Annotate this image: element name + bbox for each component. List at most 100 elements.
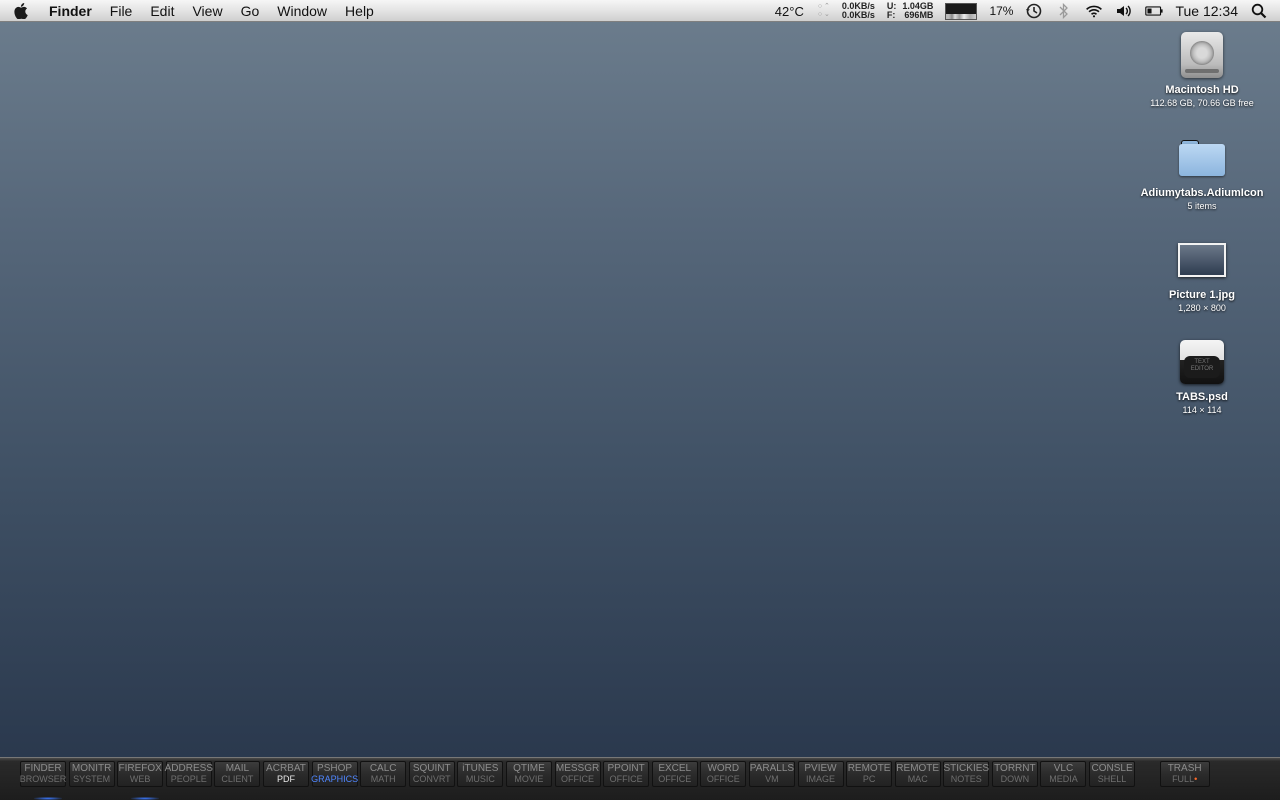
time-machine-icon[interactable] <box>1025 2 1043 20</box>
app-name-menu[interactable]: Finder <box>40 0 101 22</box>
dock-tab-label: MAIL <box>225 763 250 774</box>
dock-tab-sublabel: CONVRT <box>412 774 451 784</box>
dock-tab-remote-pc[interactable]: REMOTE PC <box>846 761 893 787</box>
dock-tab-word[interactable]: WORD OFFICE <box>700 761 747 787</box>
dock-tab-calc[interactable]: CALC MATH <box>360 761 407 787</box>
hard-drive-icon <box>1181 32 1223 78</box>
cpu-percent[interactable]: 17% <box>989 4 1013 18</box>
dock-tab-label: CALC <box>369 763 397 774</box>
dock-tab-label: SQUINT <box>412 763 451 774</box>
folder-icon <box>1179 140 1225 176</box>
dock-tab-label: ADDRESS <box>164 763 213 774</box>
desktop-icon-adiumytabs-folder[interactable]: Adiumytabs.AdiumIcon 5 items <box>1127 133 1277 212</box>
dock-tab-excel[interactable]: EXCEL OFFICE <box>651 761 698 787</box>
dock-tab-messgr[interactable]: MESSGR OFFICE <box>554 761 601 787</box>
desktop-icon-label: Macintosh HD <box>1165 84 1239 96</box>
trash-status: FULL <box>1172 774 1195 784</box>
dock-tab-sublabel: VM <box>765 774 779 784</box>
dock-tab-acrbat[interactable]: ACRBAT PDF <box>262 761 309 787</box>
dock-tab-sublabel: MUSIC <box>465 774 495 784</box>
desktop-icon-macintosh-hd[interactable]: Macintosh HD 112.68 GB, 70.66 GB free <box>1127 30 1277 109</box>
dock-tab-sublabel: PEOPLE <box>170 774 207 784</box>
dock-tab-label: TRASH <box>1167 763 1202 774</box>
dock-tab-qtime[interactable]: QTIME MOVIE <box>505 761 552 787</box>
dock-tab-label: QTIME <box>513 763 545 774</box>
dock-tab-consle[interactable]: CONSLE SHELL <box>1089 761 1136 787</box>
menu-go[interactable]: Go <box>232 0 269 22</box>
bluetooth-icon[interactable] <box>1055 2 1073 20</box>
dock-tab-pshop[interactable]: PSHOP GRAPHICS <box>311 761 359 787</box>
dock-tab-monitr[interactable]: MONITR SYSTEM <box>68 761 115 787</box>
dock: FINDER BROWSER MONITR SYSTEM FIREFOX WEB AD… <box>0 757 1280 800</box>
wifi-icon[interactable] <box>1085 2 1103 20</box>
dock-tab-vlc[interactable]: VLC MEDIA <box>1040 761 1087 787</box>
dock-tab-sublabel: OFFICE <box>658 774 692 784</box>
temperature-readout[interactable]: 42°C <box>775 4 804 19</box>
dock-tab-finder[interactable]: FINDER BROWSER <box>20 761 66 787</box>
menu-help[interactable]: Help <box>336 0 383 22</box>
dock-tab-mail[interactable]: MAIL CLIENT <box>214 761 261 787</box>
battery-icon[interactable] <box>1145 2 1164 20</box>
menu-window[interactable]: Window <box>268 0 336 22</box>
menubar-clock[interactable]: Tue 12:34 <box>1175 3 1238 19</box>
dock-tab-sublabel: PC <box>862 774 876 784</box>
dock-tab-label: ACRBAT <box>266 763 306 774</box>
dock-tab-sublabel: NOTES <box>950 774 982 784</box>
menu-view[interactable]: View <box>183 0 231 22</box>
dock-tab-sublabel: MEDIA <box>1049 774 1078 784</box>
dock-tab-address[interactable]: ADDRESS PEOPLE <box>164 761 213 787</box>
dock-tab-label: FINDER <box>24 763 62 774</box>
dock-tab-label: STICKIES <box>943 763 990 774</box>
dock-tab-remote-mac[interactable]: REMOTE MAC <box>894 761 941 787</box>
dock-tab-squint[interactable]: SQUINT CONVRT <box>408 761 455 787</box>
dock-tab-ppoint[interactable]: PPOINT OFFICE <box>603 761 650 787</box>
dock-tab-label: iTUNES <box>462 763 499 774</box>
dock-tab-pview[interactable]: PVIEW IMAGE <box>797 761 844 787</box>
dock-tab-sublabel: OFFICE <box>706 774 740 784</box>
apple-menu[interactable] <box>0 2 40 19</box>
dock-tab-paralls[interactable]: PARALLS VM <box>748 761 795 787</box>
dock-tab-label: EXCEL <box>658 763 692 774</box>
menu-edit[interactable]: Edit <box>141 0 183 22</box>
dock-tab-sublabel: IMAGE <box>805 774 835 784</box>
cpu-graph[interactable] <box>945 2 978 20</box>
desktop-icon-tabs-psd[interactable]: TEXT EDITOR TABS.psd 114 × 114 <box>1127 337 1277 416</box>
dock-tab-firefox[interactable]: FIREFOX WEB <box>117 761 164 787</box>
dock-tab-sublabel: MAC <box>907 774 928 784</box>
dock-tab-label: FIREFOX <box>118 763 162 774</box>
dock-tab-stickies[interactable]: STICKIES NOTES <box>943 761 990 787</box>
dock-tab-label: PSHOP <box>317 763 353 774</box>
menu-bar: Finder File Edit View Go Window Help 42°… <box>0 0 1280 22</box>
dock-tab-sublabel: PDF <box>276 774 295 784</box>
desktop-icon-picture-1[interactable]: Picture 1.jpg 1,280 × 800 <box>1127 235 1277 314</box>
dock-tab-sublabel: OFFICE <box>561 774 595 784</box>
psd-thumb-text: TEXT EDITOR <box>1184 356 1220 378</box>
dock-tab-label: REMOTE <box>896 763 940 774</box>
network-speed[interactable]: 0.0KB/s 0.0KB/s <box>842 2 875 20</box>
dock-tab-label: MESSGR <box>555 763 600 774</box>
volume-icon[interactable] <box>1115 2 1133 20</box>
dock-tab-label: CONSLE <box>1091 763 1133 774</box>
dock-tab-sublabel: FULL• <box>1172 774 1197 785</box>
dock-tab-label: VLC <box>1053 763 1074 774</box>
dock-tab-sublabel: SHELL <box>1097 774 1127 784</box>
dock-tab-sublabel: CLIENT <box>221 774 254 784</box>
menu-file[interactable]: File <box>101 0 142 22</box>
mem-free-label: F: <box>886 10 896 20</box>
desktop-icon-label: Picture 1.jpg <box>1168 289 1236 301</box>
status-area: 42°C ○ ⌃ ○ ⌄ 0.0KB/s 0.0KB/s U: F: 1.04GB… <box>763 0 1280 22</box>
dock-tab-itunes[interactable]: iTUNES MUSIC <box>457 761 504 787</box>
dock-tab-trash[interactable]: TRASH FULL• <box>1159 761 1210 787</box>
dock-tab-label: MONITR <box>71 763 112 774</box>
desktop-icon-info: 114 × 114 <box>1182 405 1222 415</box>
dock-tab-torrnt[interactable]: TORRNT DOWN <box>991 761 1038 787</box>
dock-tab-sublabel: DOWN <box>1000 774 1030 784</box>
dock-tab-label: WORD <box>707 763 740 774</box>
dock-tabs: FINDER BROWSER MONITR SYSTEM FIREFOX WEB AD… <box>20 761 1212 787</box>
memory-readout[interactable]: U: F: 1.04GB 696MB <box>887 2 934 20</box>
dock-tab-label: PVIEW <box>804 763 837 774</box>
desktop-icon-label: Adiumytabs.AdiumIcon <box>1140 187 1264 199</box>
dock-tab-sublabel: BROWSER <box>19 774 67 784</box>
dock-tab-sublabel: GRAPHICS <box>311 774 359 784</box>
spotlight-search-icon[interactable] <box>1250 2 1268 20</box>
